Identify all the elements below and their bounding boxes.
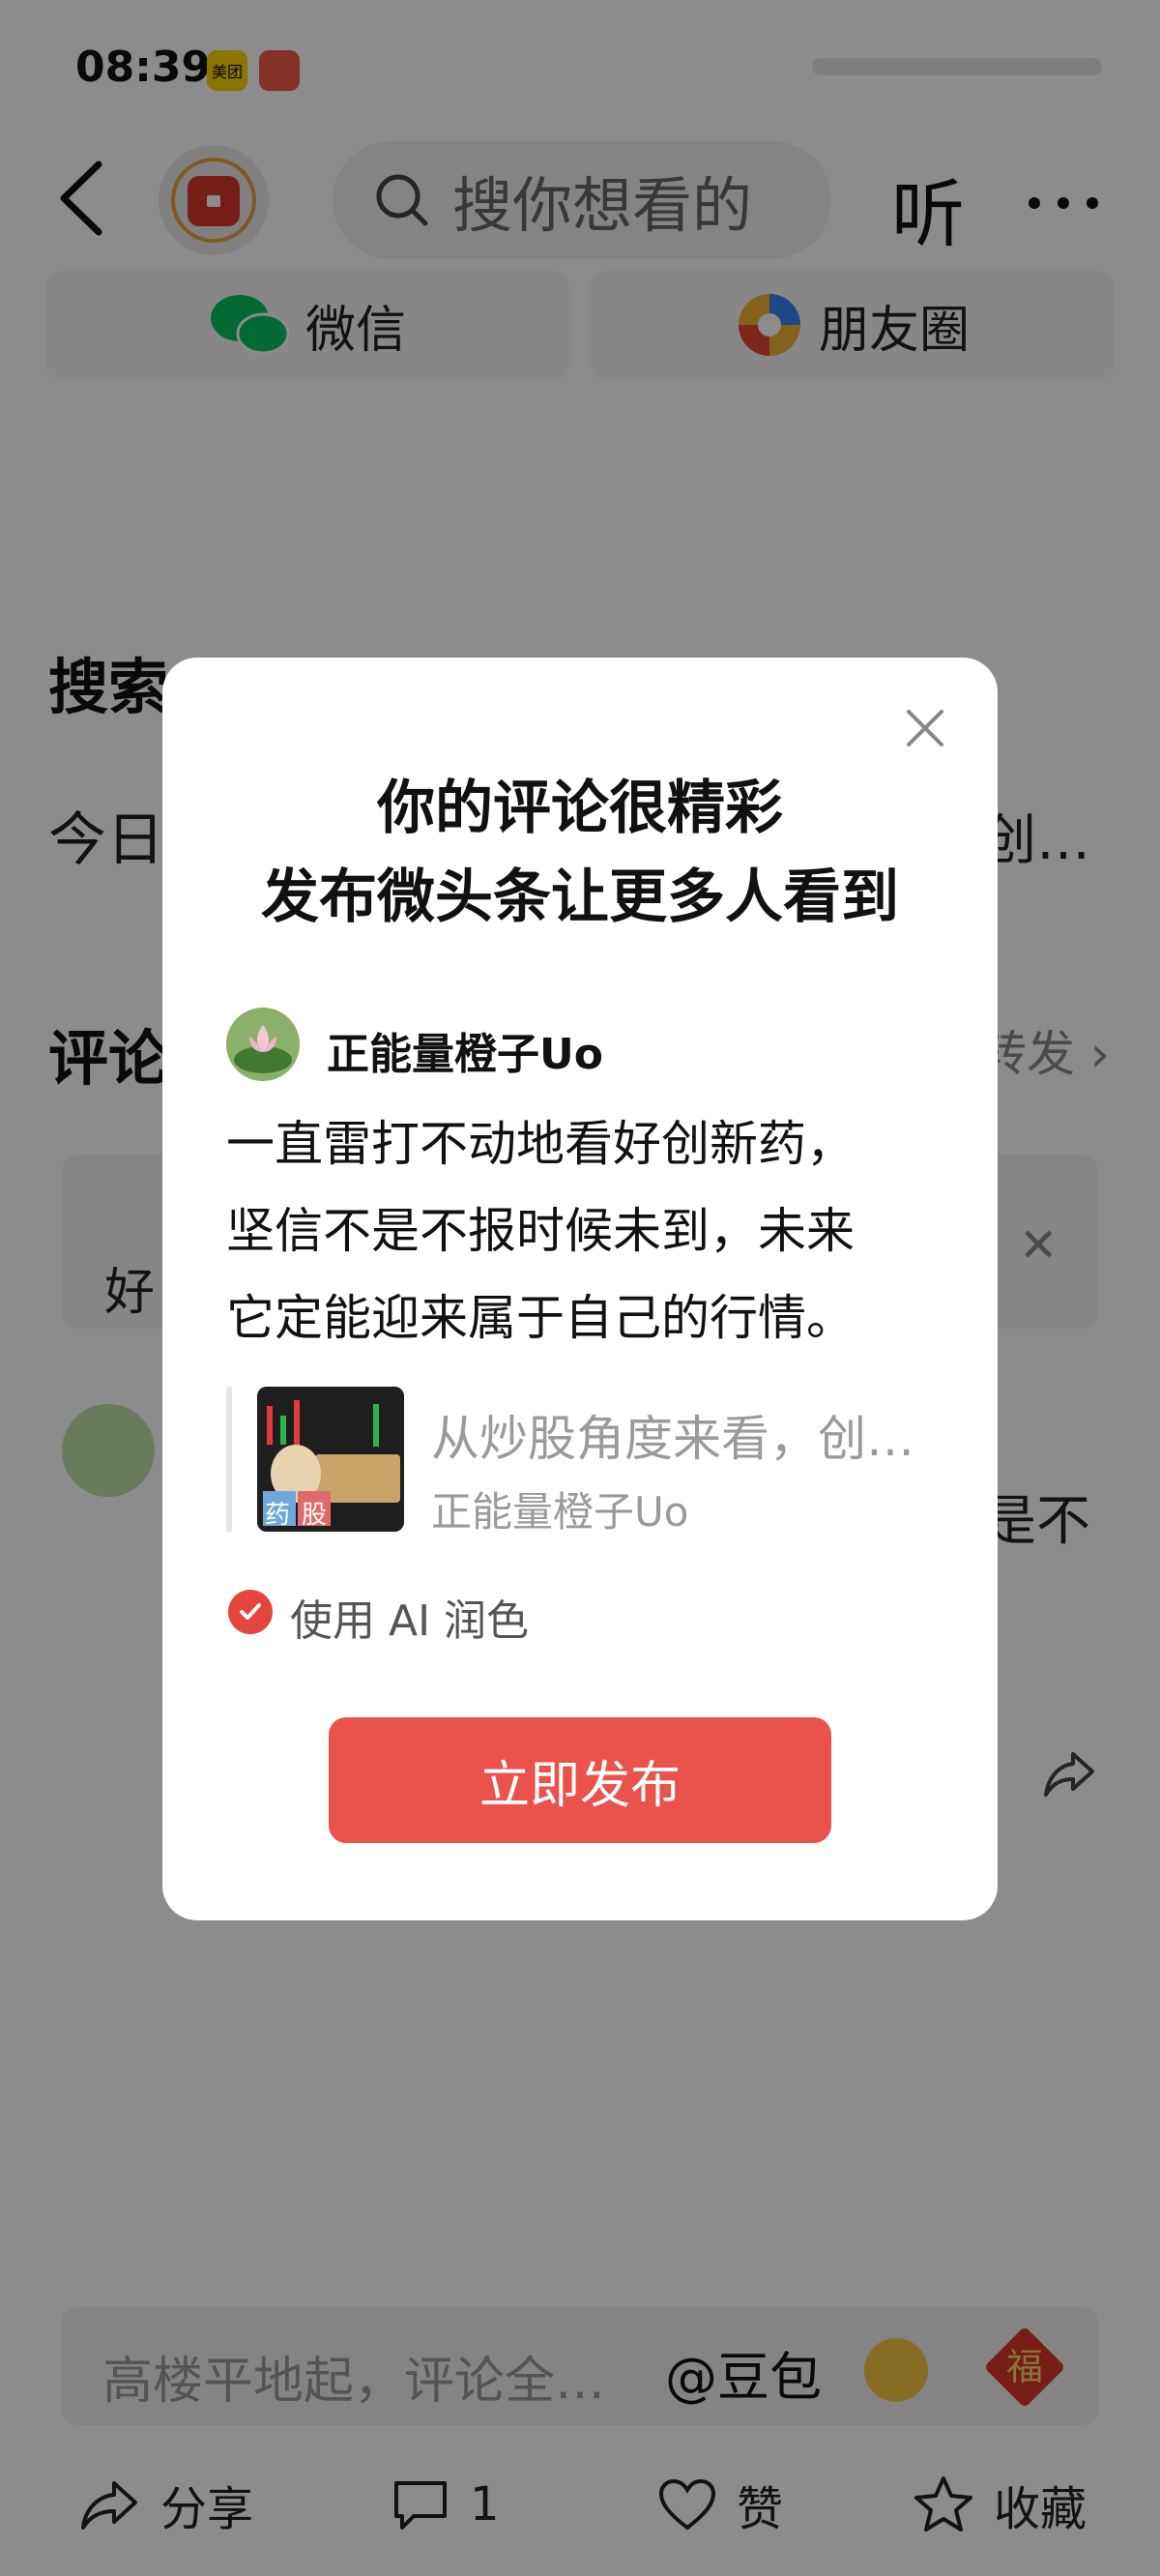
close-icon[interactable] (905, 708, 945, 748)
post-username: 正能量橙子Uo (327, 1030, 603, 1079)
quote-divider (226, 1387, 232, 1532)
thumb-tag-stock: 股 (302, 1501, 328, 1530)
publish-now-button[interactable]: 立即发布 (329, 1717, 831, 1843)
ai-polish-checkbox[interactable] (228, 1590, 273, 1634)
quote-author: 正能量橙子Uo (431, 1488, 689, 1536)
quote-thumbnail: 药 股 (257, 1387, 404, 1532)
thumb-tag-medicine: 药 (265, 1501, 291, 1530)
post-body-line2: 坚信不是不报时候未到，未来 (226, 1203, 855, 1259)
post-body: 一直雷打不动地看好创新药， 坚信不是不报时候未到，未来 它定能迎来属于自己的行情… (226, 1100, 942, 1361)
quote-title: 从炒股角度来看，创… (431, 1411, 914, 1467)
lotus-avatar-icon (226, 1008, 300, 1081)
dialog-title-line1: 你的评论很精彩 (377, 775, 783, 842)
ai-polish-label[interactable]: 使用 AI 润色 (290, 1586, 529, 1648)
post-body-line1: 一直雷打不动地看好创新药， (226, 1116, 855, 1172)
avatar (226, 1008, 300, 1081)
dialog-title-line2: 发布微头条让更多人看到 (261, 864, 899, 931)
checkmark-icon (240, 1603, 261, 1620)
dialog-title: 你的评论很精彩 发布微头条让更多人看到 (162, 764, 998, 942)
post-body-line3: 它定能迎来属于自己的行情。 (226, 1290, 855, 1346)
